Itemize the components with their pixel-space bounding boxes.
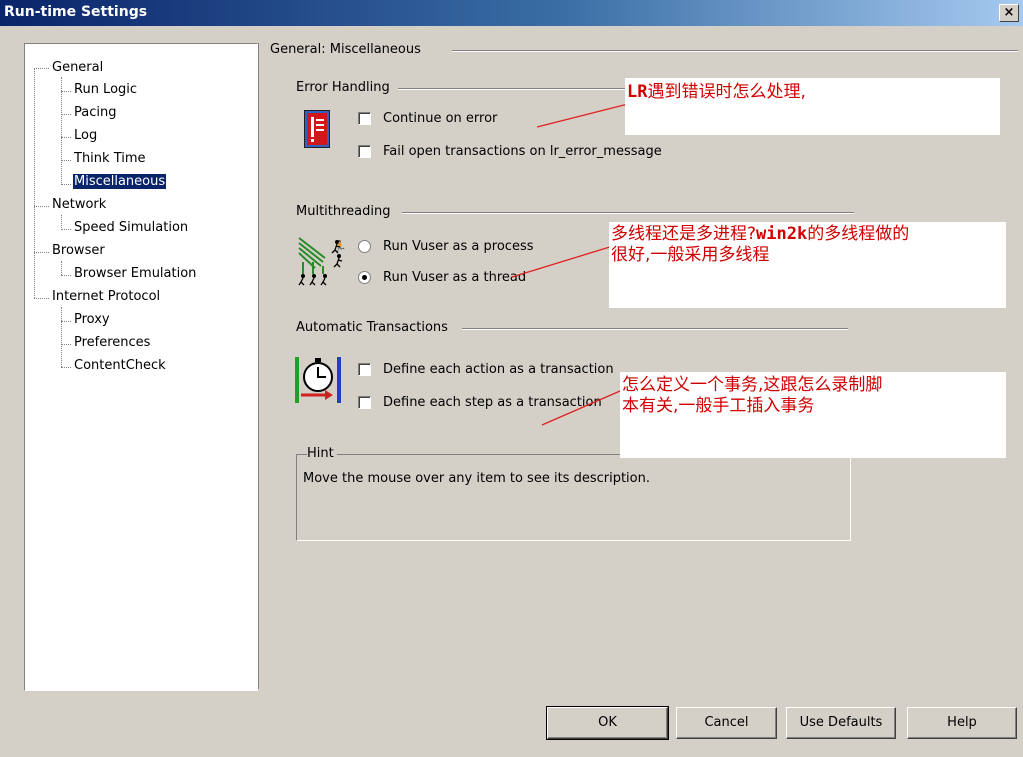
annotation-note-error-handling: LR遇到错误时怎么处理, xyxy=(625,78,1000,135)
title-bar: Run-time Settings × xyxy=(0,0,1023,26)
tree-connector xyxy=(61,114,71,115)
annotation-note2-b: 的多线程做的 xyxy=(807,224,910,244)
run-as-thread-label: Run Vuser as a thread xyxy=(383,270,527,285)
tree-connector xyxy=(61,344,71,345)
tree-connector xyxy=(34,298,49,299)
cancel-button[interactable]: Cancel xyxy=(676,707,777,739)
annotation-note3-line2: 本有关,一般手工插入事务 xyxy=(622,396,815,416)
tree-item-browser-emulation[interactable]: Browser Emulation xyxy=(74,266,196,281)
stopwatch-icon xyxy=(295,355,343,405)
annotation-note2-a: 多线程还是多进程? xyxy=(611,224,757,244)
tree-connector xyxy=(61,321,71,322)
tree-item-general[interactable]: General xyxy=(52,60,103,75)
tree-connector xyxy=(34,206,49,207)
window-title: Run-time Settings xyxy=(4,4,148,20)
tree-connector xyxy=(61,137,71,138)
tree-connector xyxy=(61,307,62,367)
panel-title: General: Miscellaneous xyxy=(270,42,424,57)
panel-divider xyxy=(258,43,259,689)
close-button[interactable]: × xyxy=(999,4,1019,22)
multithreading-rule xyxy=(402,212,854,214)
help-button[interactable]: Help xyxy=(907,707,1017,739)
tree-item-run-logic[interactable]: Run Logic xyxy=(74,82,137,97)
tree-item-speed-simulation[interactable]: Speed Simulation xyxy=(74,220,188,235)
tree-connector xyxy=(61,77,62,185)
annotation-note1-bold: LR xyxy=(627,82,648,102)
tree-item-network[interactable]: Network xyxy=(52,197,106,212)
error-handling-title: Error Handling xyxy=(296,80,393,95)
run-as-thread-radio[interactable] xyxy=(358,271,371,284)
radio-selected-dot xyxy=(362,275,367,280)
hint-box xyxy=(296,454,851,541)
continue-on-error-label: Continue on error xyxy=(383,111,498,126)
annotation-note-multithreading: 多线程还是多进程?win2k的多线程做的 很好,一般采用多线程 xyxy=(609,222,1006,308)
tree-connector xyxy=(34,68,35,298)
tree-connector xyxy=(61,229,71,230)
annotation-note2-line2: 很好,一般采用多线程 xyxy=(611,245,770,265)
tree-item-pacing[interactable]: Pacing xyxy=(74,105,116,120)
tree-item-think-time[interactable]: Think Time xyxy=(74,151,146,166)
automatic-transactions-rule xyxy=(462,328,848,330)
continue-on-error-checkbox[interactable] xyxy=(358,112,371,125)
tree-connector xyxy=(61,215,62,230)
tree-item-log[interactable]: Log xyxy=(74,128,97,143)
tree-item-proxy[interactable]: Proxy xyxy=(74,312,110,327)
error-document-icon xyxy=(304,110,330,148)
tree-item-miscellaneous[interactable]: Miscellaneous xyxy=(73,174,167,189)
settings-tree[interactable]: General Run Logic Pacing Log Think Time … xyxy=(24,43,258,691)
annotation-note2-bold: win2k xyxy=(756,224,808,244)
define-action-checkbox[interactable] xyxy=(358,363,371,376)
fail-open-transactions-checkbox[interactable] xyxy=(358,145,371,158)
define-step-label: Define each step as a transaction xyxy=(383,395,602,410)
define-step-checkbox[interactable] xyxy=(358,396,371,409)
define-action-label: Define each action as a transaction xyxy=(383,362,614,377)
hint-title: Hint xyxy=(307,446,337,461)
tree-connector xyxy=(34,68,49,69)
automatic-transactions-title: Automatic Transactions xyxy=(296,320,451,335)
run-as-process-radio[interactable] xyxy=(358,240,371,253)
tree-connector xyxy=(61,184,71,185)
use-defaults-button[interactable]: Use Defaults xyxy=(786,707,896,739)
tree-connector xyxy=(61,160,71,161)
tree-item-browser[interactable]: Browser xyxy=(52,243,105,258)
run-as-process-label: Run Vuser as a process xyxy=(383,239,534,254)
fail-open-transactions-label: Fail open transactions on lr_error_messa… xyxy=(383,144,662,159)
multithreading-title: Multithreading xyxy=(296,204,394,219)
hint-text: Move the mouse over any item to see its … xyxy=(303,471,650,486)
tree-connector xyxy=(61,91,71,92)
tree-item-preferences[interactable]: Preferences xyxy=(74,335,150,350)
tree-item-internet-protocol[interactable]: Internet Protocol xyxy=(52,289,160,304)
tree-connector xyxy=(34,252,49,253)
tree-connector xyxy=(61,261,62,275)
annotation-note3-line1: 怎么定义一个事务,这跟怎么录制脚 xyxy=(622,375,883,395)
tree-connector xyxy=(61,367,71,368)
running-users-icon: 🏃 xyxy=(297,236,347,286)
ok-button[interactable]: OK xyxy=(546,706,669,740)
panel-title-rule xyxy=(452,50,1018,52)
annotation-note-transactions: 怎么定义一个事务,这跟怎么录制脚 本有关,一般手工插入事务 xyxy=(620,372,1006,458)
tree-item-content-check[interactable]: ContentCheck xyxy=(74,358,166,373)
annotation-note1-text: 遇到错误时怎么处理, xyxy=(647,82,806,102)
tree-connector xyxy=(61,275,71,276)
